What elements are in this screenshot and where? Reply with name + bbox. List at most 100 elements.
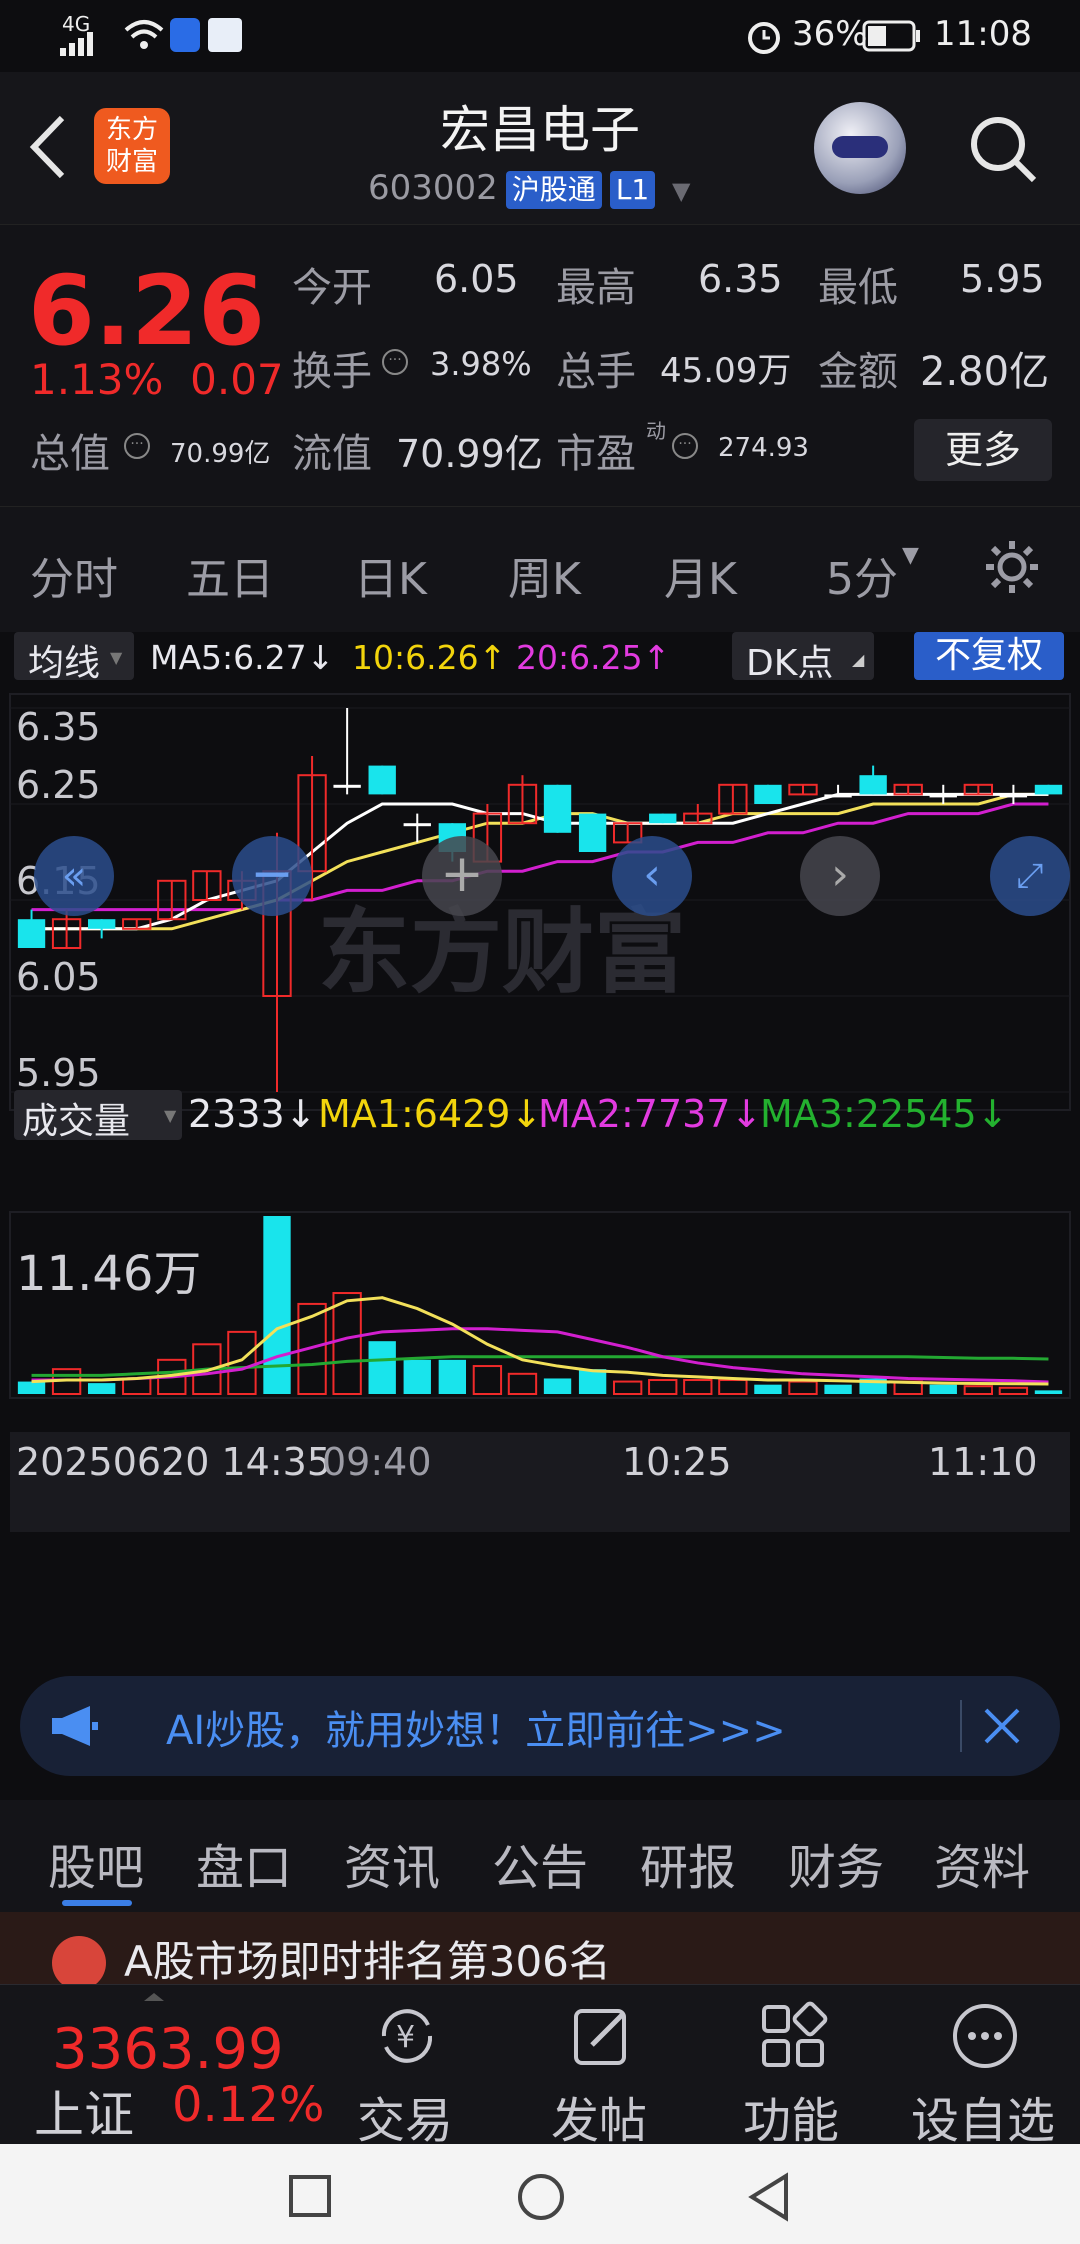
rewind-icon[interactable]: « xyxy=(34,836,114,916)
tab-intraday[interactable]: 分时 xyxy=(30,543,118,607)
avatar-visor xyxy=(832,136,888,158)
dk-point-button[interactable]: DK点 ◢ xyxy=(732,632,874,684)
home-icon[interactable] xyxy=(516,2172,566,2222)
price-change: 1.13% 0.07 xyxy=(30,355,284,404)
index-name: 上证 xyxy=(34,2086,134,2144)
level-tag: L1 xyxy=(609,170,656,209)
volume-bar-down xyxy=(824,1384,852,1394)
volume-bar-down xyxy=(403,1359,431,1394)
y-tick-label: 6.35 xyxy=(16,705,101,749)
tab-5day[interactable]: 五日 xyxy=(186,543,274,607)
turnover-value: 3.98% xyxy=(430,345,532,383)
info-tabs: 股吧 盘口 资讯 公告 研报 财务 资料 xyxy=(0,1800,1080,1912)
back-nav-icon[interactable] xyxy=(746,2172,792,2222)
app-notify-icon-2 xyxy=(208,18,242,52)
tab-profile[interactable]: 资料 xyxy=(934,1828,1030,1898)
scroll-right-icon[interactable]: › xyxy=(800,836,880,916)
pe-superscript: 动 xyxy=(646,419,666,443)
assistant-avatar[interactable] xyxy=(814,102,906,194)
scroll-left-icon[interactable]: ‹ xyxy=(612,836,692,916)
battery-icon xyxy=(862,20,920,52)
volume-bar-up xyxy=(963,1385,994,1396)
zoom-out-icon[interactable]: − xyxy=(232,836,312,916)
volume-bar-up xyxy=(332,1292,362,1396)
tab-5min[interactable]: 5分 ▼ xyxy=(826,543,919,607)
battery-percent: 36% xyxy=(792,14,868,54)
stock-header: 东方 财富 宏昌电子 603002 沪股通 L1 ▼ xyxy=(0,72,1080,224)
tab-monthly[interactable]: 月K xyxy=(664,543,737,607)
tab-finance[interactable]: 财务 xyxy=(788,1828,884,1898)
quote-panel: 6.26 1.13% 0.07 今开 6.05 最高 6.35 最低 5.95 … xyxy=(0,224,1080,507)
volume-indicator-label: 成交量 xyxy=(22,1101,131,1142)
ma20-label: 20:6.25↑ xyxy=(516,638,671,677)
info-icon[interactable]: ··· xyxy=(124,433,150,459)
ma10-label: 10:6.26↑ xyxy=(352,638,507,677)
x-label-1025: 10:25 xyxy=(622,1440,732,1484)
x-label-0940: 09:40 xyxy=(322,1440,432,1484)
tab-weekly[interactable]: 周K xyxy=(508,543,581,607)
close-icon[interactable] xyxy=(980,1704,1024,1748)
zoom-in-icon[interactable]: + xyxy=(422,836,502,916)
nav-post-label: 发帖 xyxy=(550,2093,647,2149)
candle-body-down xyxy=(824,794,852,798)
mktcap-value: 70.99亿 xyxy=(170,439,271,469)
candle-body-down xyxy=(578,813,607,852)
pe-value: 274.93 xyxy=(718,433,809,463)
corner-icon: ◢ xyxy=(852,650,865,669)
tab-daily[interactable]: 日K xyxy=(354,543,427,607)
ranking-news-strip[interactable]: A股市场即时排名第306名 xyxy=(0,1912,1080,1984)
high-label: 最高 xyxy=(556,265,636,311)
low-value: 5.95 xyxy=(960,257,1045,301)
volume-bar-up xyxy=(788,1380,818,1395)
volume-bar-up xyxy=(507,1372,538,1396)
vol-ma2-label: MA2:7737↓ xyxy=(538,1092,763,1136)
megaphone-icon xyxy=(52,1706,98,1746)
stock-code-line[interactable]: 603002 沪股通 L1 ▼ xyxy=(368,168,691,209)
search-icon[interactable] xyxy=(966,112,1040,186)
ranking-text: A股市场即时排名第306名 xyxy=(124,1937,611,1984)
clock: 11:08 xyxy=(934,14,1032,54)
candle-body-down xyxy=(368,765,396,795)
vol-ma3-label: MA3:22545↓ xyxy=(760,1092,1009,1136)
tab-guba[interactable]: 股吧 xyxy=(48,1828,144,1898)
volume-bar-up xyxy=(998,1386,1029,1396)
mktcap-label: 总值 xyxy=(30,431,110,477)
alarm-icon xyxy=(748,22,780,54)
turnover-label: 换手 xyxy=(292,349,372,395)
candle-body-down xyxy=(754,784,782,804)
expand-arrow-icon[interactable] xyxy=(144,1993,164,2001)
more-dots-icon xyxy=(953,2004,1017,2068)
indicator-select[interactable]: 均线 ▼ xyxy=(14,632,134,684)
float-label: 流值 xyxy=(292,431,372,477)
y-tick-label: 6.05 xyxy=(16,955,101,999)
stock-code: 603002 xyxy=(368,168,498,208)
tab-research[interactable]: 研报 xyxy=(640,1828,736,1898)
candle-body-down xyxy=(999,794,1028,798)
volume-bar-down xyxy=(543,1378,572,1394)
ai-promo-banner[interactable]: AI炒股，就用妙想！立即前往>>> xyxy=(20,1676,1060,1776)
info-icon[interactable]: ··· xyxy=(382,349,408,375)
x-label-1110: 11:10 xyxy=(928,1440,1038,1484)
candle-body-down xyxy=(333,784,361,788)
fullscreen-icon[interactable]: ⤢ xyxy=(990,836,1070,916)
candle-body-down xyxy=(87,919,116,929)
tab-announcement[interactable]: 公告 xyxy=(492,1828,588,1898)
info-icon[interactable]: ··· xyxy=(672,433,698,459)
open-label: 今开 xyxy=(292,265,372,311)
vol-ma1-label: MA1:6429↓ xyxy=(318,1092,543,1136)
kline-chart-area[interactable]: 均线 ▼ MA5:6.27↓ 10:6.26↑ 20:6.25↑ DK点 ◢ 不… xyxy=(0,632,1080,1652)
settings-gear-icon[interactable] xyxy=(980,535,1044,599)
adjust-button[interactable]: 不复权 xyxy=(914,632,1064,680)
recent-apps-icon[interactable] xyxy=(288,2174,332,2218)
x-axis: 20250620 14:35 09:40 10:25 11:10 xyxy=(10,1432,1070,1532)
candle-body-down xyxy=(403,823,431,827)
index-value[interactable]: 3363.99 xyxy=(52,2017,284,2082)
volume-bar-up xyxy=(122,1377,152,1395)
volume-indicator-select[interactable]: 成交量 ▼ xyxy=(14,1090,182,1142)
caret-down-icon: ▼ xyxy=(902,543,919,568)
volume-current: 2333↓ xyxy=(188,1092,317,1136)
banner-text[interactable]: AI炒股，就用妙想！立即前往>>> xyxy=(166,1698,786,1756)
tab-pankou[interactable]: 盘口 xyxy=(196,1828,292,1898)
tab-news[interactable]: 资讯 xyxy=(344,1828,440,1898)
more-button[interactable]: 更多 xyxy=(914,419,1052,481)
